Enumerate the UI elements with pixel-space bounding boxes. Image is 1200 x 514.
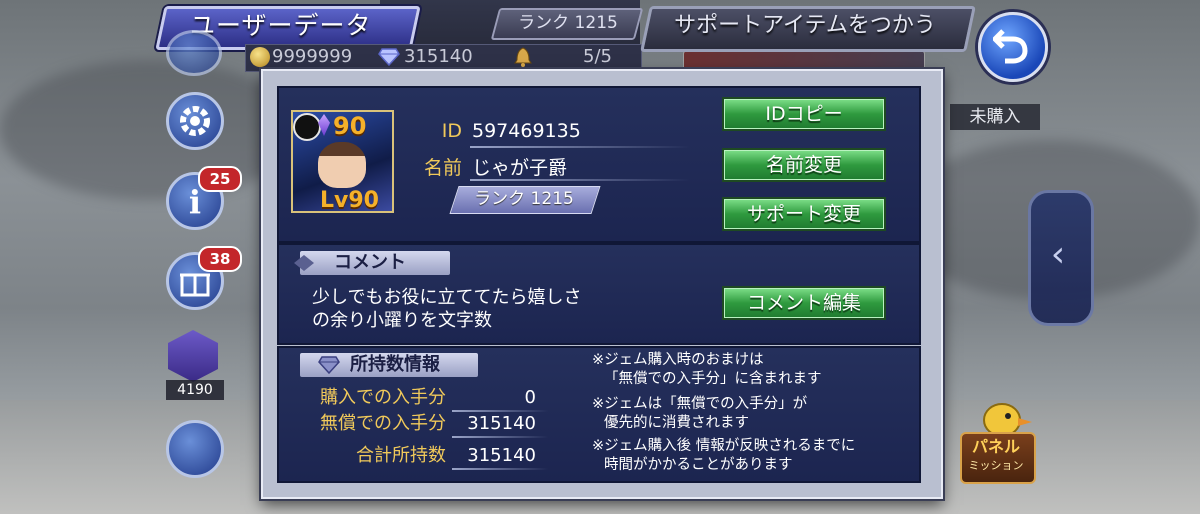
change-name-button[interactable]: 名前変更	[722, 148, 886, 182]
note-3-line-1: ※ジェム購入後 情報が反映されるまでに	[592, 438, 856, 454]
settings-gear-icon[interactable]	[166, 92, 224, 150]
name-underline	[470, 179, 690, 181]
purchased-value: 0	[524, 387, 536, 408]
free-value: 315140	[467, 413, 536, 434]
edit-comment-button[interactable]: コメント編集	[722, 286, 886, 320]
comment-title: コメント	[300, 251, 450, 275]
copy-id-button[interactable]: IDコピー	[722, 97, 886, 131]
svg-text:i: i	[189, 183, 201, 221]
name-label: 名前	[423, 157, 462, 179]
note-1-line-2: 「無償での入手分」に含まれます	[604, 371, 822, 387]
top-rank-label: ランク 1215	[518, 13, 618, 33]
total-label: 合計所持数	[356, 445, 446, 466]
side-menu-top-icon[interactable]	[166, 30, 222, 76]
panel-mission-subtitle[interactable]: ミッション	[960, 457, 1032, 475]
id-value: 597469135	[472, 120, 581, 142]
gil-coin-icon	[250, 47, 270, 67]
gil-amount: 9999999	[272, 46, 353, 67]
purchased-label: 購入での入手分	[320, 387, 446, 408]
chevron-left-icon: ‹	[1050, 234, 1066, 275]
community-icon[interactable]	[166, 420, 224, 478]
gift-badge: 38	[198, 246, 242, 272]
background-cloud	[0, 60, 300, 200]
stamina-count: 5/5	[583, 46, 612, 67]
avatar-level-bottom: Lv90	[320, 188, 379, 213]
gem-icon	[318, 356, 340, 374]
side-counter: 4190	[166, 380, 224, 400]
avatar-level-top: 90	[333, 112, 367, 140]
note-3-line-2: 時間がかかることがあります	[604, 457, 793, 473]
stamina-bell-icon	[514, 47, 532, 67]
id-underline	[470, 146, 690, 148]
note-1-line-1: ※ジェム購入時のおまけは	[592, 352, 764, 368]
total-value: 315140	[467, 445, 536, 466]
comment-line-2: の余り小躍りを文字数	[312, 310, 492, 331]
info-badge: 25	[198, 166, 242, 192]
id-label: ID	[441, 120, 462, 142]
title-ornament-icon	[294, 255, 314, 271]
change-support-button[interactable]: サポート変更	[722, 197, 886, 231]
gem-amount: 315140	[404, 46, 473, 67]
free-underline	[452, 436, 548, 438]
name-value: じゃが子爵	[472, 157, 568, 179]
note-2-line-2: 優先的に消費されます	[604, 415, 749, 431]
comment-line-1: 少しでもお役に立ててたら嬉しさ	[312, 287, 582, 308]
rank-pill-label: ランク 1215	[474, 189, 574, 209]
page-title: ユーザーデータ	[190, 11, 372, 40]
gem-icon	[378, 48, 400, 66]
note-2-line-1: ※ジェムは「無償での入手分」が	[592, 396, 808, 412]
support-item-button-label[interactable]: サポートアイテムをつかう	[655, 8, 955, 44]
total-underline	[452, 468, 548, 470]
panel-mission-title[interactable]: パネル	[960, 436, 1032, 458]
back-arrow-icon	[993, 29, 1028, 64]
free-label: 無償での入手分	[320, 413, 446, 434]
crystal-hex-icon[interactable]	[168, 330, 218, 382]
avatar-character-face	[318, 142, 366, 188]
unpurchased-label: 未購入	[950, 104, 1040, 130]
back-button[interactable]	[978, 12, 1048, 82]
weapon-icon	[293, 113, 321, 141]
